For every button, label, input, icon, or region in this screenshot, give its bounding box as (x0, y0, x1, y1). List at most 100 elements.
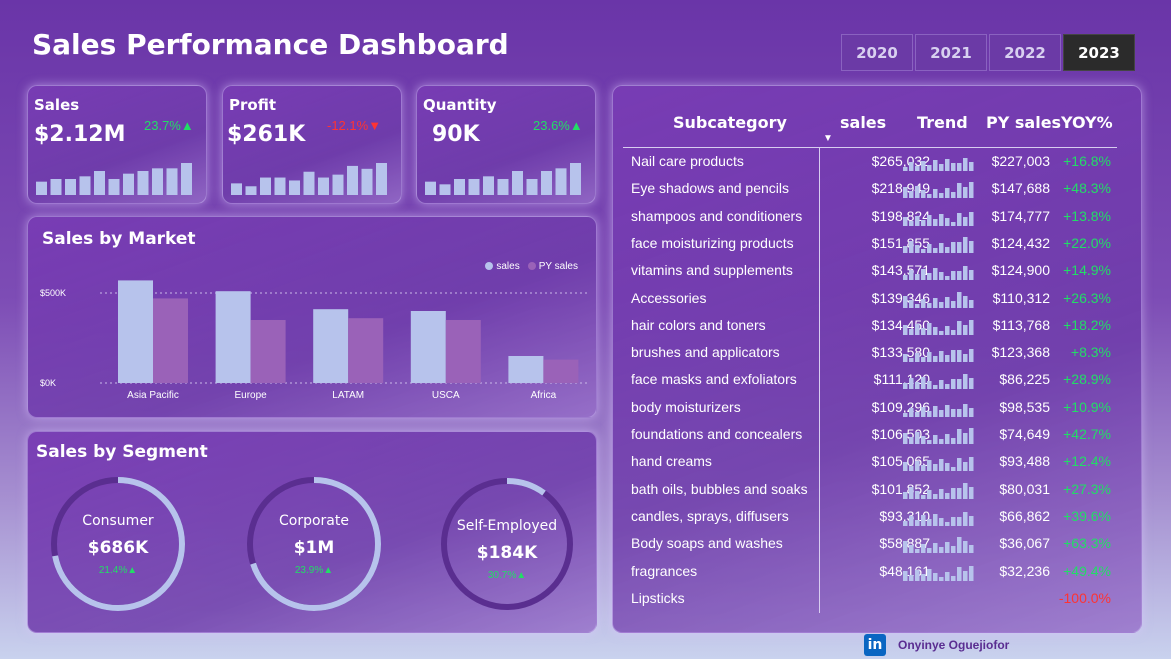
trend-bar (945, 384, 950, 390)
row-py-sales: $113,768 (992, 316, 1050, 333)
sparkline-bar (347, 165, 358, 195)
trend-bar (933, 543, 938, 554)
col-header-trend[interactable]: Trend (917, 113, 968, 132)
table-row[interactable]: fragrances$48,161$32,236+49.4% (613, 558, 1143, 585)
year-button-2020[interactable]: 2020 (841, 34, 913, 71)
table-row[interactable]: Nail care products $265,032 $227,003 +16.8% (613, 148, 1143, 175)
sparkline-bar (137, 171, 149, 195)
trend-bar (927, 302, 932, 308)
trend-bar (927, 352, 932, 363)
col-header-subcategory[interactable]: Subcategory (673, 113, 787, 132)
table-row[interactable]: face masks and exfoliators $111,120 $86,22… (613, 366, 1143, 393)
row-py-sales: $32,236 (999, 562, 1050, 579)
sort-desc-icon[interactable]: ▼ (823, 133, 833, 144)
trend-bar (921, 327, 926, 335)
arrow-up-icon: ▲ (180, 118, 194, 133)
kpi-delta: 23.6%▲ (533, 118, 583, 133)
col-header-py-sales[interactable]: PY sales (986, 113, 1061, 132)
page-title: Sales Performance Dashboard (32, 28, 509, 61)
table-row[interactable]: brushes and applicators $133,580 $123,368 +… (613, 339, 1143, 366)
table-row[interactable]: Eye shadows and pencils $218,949 $147,688 +… (613, 175, 1143, 202)
kpi-card-profit: Profit $261K -12.1%▼ (222, 85, 402, 204)
segment-value-corporate: $1M (293, 538, 335, 558)
col-header-yoy[interactable]: YOY% (1061, 113, 1113, 132)
table-row[interactable]: candles, sprays, diffusers $93,310 $66,862… (613, 503, 1143, 530)
quantity-sparkline (425, 163, 581, 195)
sparkline-bar (454, 179, 465, 195)
trend-bar (957, 458, 962, 472)
trend-bar (921, 190, 926, 199)
trend-bar (921, 465, 926, 472)
trend-bar (903, 216, 908, 226)
sparkline-bar (570, 163, 581, 195)
row-subcategory: body moisturizers (631, 398, 741, 415)
table-row[interactable]: Lipsticks -100.0% (613, 585, 1143, 612)
year-button-2022[interactable]: 2022 (989, 34, 1061, 71)
row-trend-sparkline (903, 319, 974, 335)
trend-bar (963, 216, 968, 226)
trend-bar (939, 213, 944, 226)
sales-sparkline (36, 163, 192, 195)
table-row[interactable]: hand creams $105,065 $93,488 +12.4% (613, 448, 1143, 475)
trend-bar (903, 433, 908, 444)
table-row[interactable]: body moisturizers $109,296 $98,535 +10.9% (613, 394, 1143, 421)
year-button-2021[interactable]: 2021 (915, 34, 987, 71)
trend-bar (945, 542, 950, 554)
year-button-2023[interactable]: 2023 (1063, 34, 1135, 71)
sparkline-bar (332, 174, 344, 195)
trend-bar (915, 490, 920, 499)
table-row[interactable]: face moisturizing products $151,855 $124,4… (613, 230, 1143, 257)
row-trend-sparkline (903, 482, 974, 499)
trend-bar (933, 405, 938, 417)
row-trend-sparkline (903, 182, 974, 199)
table-row[interactable]: Accessories $139,346 $110,312 +26.3% (613, 285, 1143, 312)
kpi-label: Sales (34, 96, 80, 114)
trend-bar (969, 565, 974, 581)
trend-bar (915, 166, 920, 171)
table-row[interactable]: vitamins and supplements $143,571 $124,900… (613, 257, 1143, 284)
row-subcategory: Accessories (631, 289, 707, 306)
trend-bar (957, 271, 962, 281)
trend-bar (903, 354, 908, 363)
trend-bar (963, 236, 968, 253)
trend-bar (915, 461, 920, 472)
trend-bar (933, 435, 938, 444)
sparkline-bar (512, 171, 523, 195)
trend-bar (915, 549, 920, 554)
col-header-sales[interactable]: sales (840, 113, 886, 132)
trend-bar (939, 459, 944, 472)
trend-bar (921, 573, 926, 581)
trend-bar (909, 437, 914, 444)
trend-bar (945, 463, 950, 472)
trend-bar (969, 486, 974, 499)
sparkline-bar (361, 168, 373, 195)
table-row[interactable]: Body soaps and washes$58,887$36,067+63.3… (613, 530, 1143, 557)
row-trend-sparkline (903, 266, 974, 281)
table-row[interactable]: bath oils, bubbles and soaks $101,852 $80,… (613, 476, 1143, 503)
table-row[interactable]: hair colors and toners $134,450 $113,768 +1… (613, 312, 1143, 339)
trend-bar (933, 189, 938, 199)
segment-value-consumer: $686K (87, 538, 149, 558)
trend-bar (939, 242, 944, 253)
trend-bar (933, 247, 938, 253)
linkedin-icon[interactable]: in (864, 634, 886, 656)
trend-bar (903, 295, 908, 308)
trend-bar (921, 377, 926, 390)
trend-bar (921, 269, 926, 281)
row-py-sales: $227,003 (991, 153, 1050, 169)
table-row[interactable]: foundations and concealers $106,503 $74,64… (613, 421, 1143, 448)
trend-bar (963, 511, 968, 526)
row-py-sales: $66,862 (999, 507, 1050, 524)
sparkline-bar (50, 179, 62, 195)
table-row[interactable]: shampoos and conditioners $198,824 $174,77… (613, 203, 1143, 230)
trend-bar (969, 162, 974, 171)
row-py-sales: $98,535 (999, 398, 1050, 415)
trend-bar (915, 432, 920, 444)
trend-bar (933, 464, 938, 472)
trend-bar (927, 194, 932, 199)
arrow-down-icon: ▼ (368, 118, 382, 133)
row-subcategory: vitamins and supplements (631, 262, 793, 279)
trend-bar (945, 188, 950, 199)
segment-name-self-employed: Self-Employed (456, 518, 558, 534)
trend-bar (909, 515, 914, 526)
